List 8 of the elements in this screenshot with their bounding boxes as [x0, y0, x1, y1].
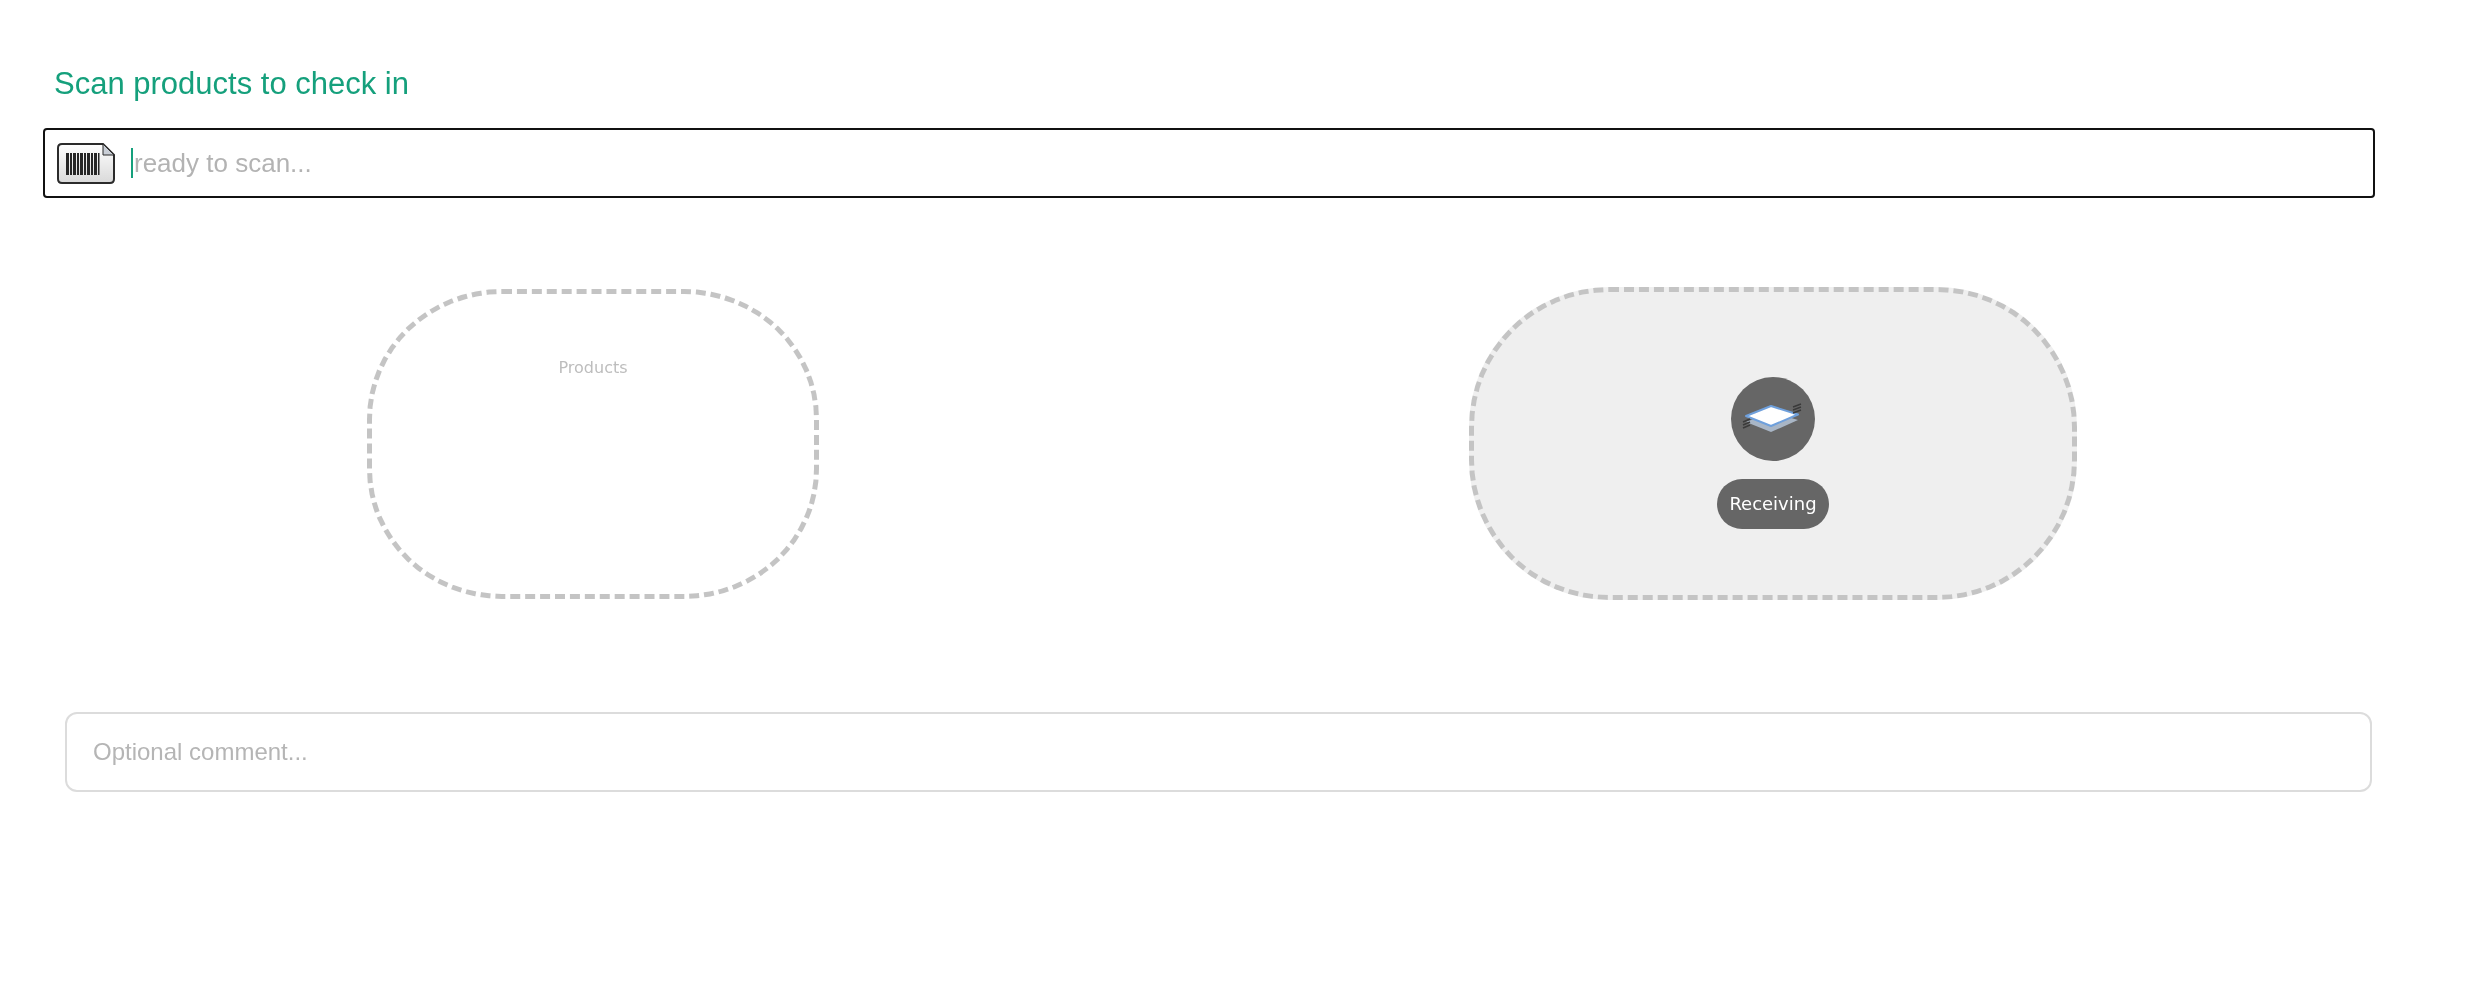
- tile-icon: [1731, 376, 1815, 461]
- page-heading: Scan products to check in: [54, 65, 409, 103]
- location-tag: Receiving: [1717, 478, 1829, 529]
- barcode-icon: [57, 143, 115, 184]
- drop-zone[interactable]: Receiving: [1469, 287, 2077, 600]
- comment-field[interactable]: Optional comment...: [65, 712, 2372, 792]
- scan-field[interactable]: ready to scan...: [43, 128, 2375, 198]
- zone-label: Products: [558, 357, 628, 378]
